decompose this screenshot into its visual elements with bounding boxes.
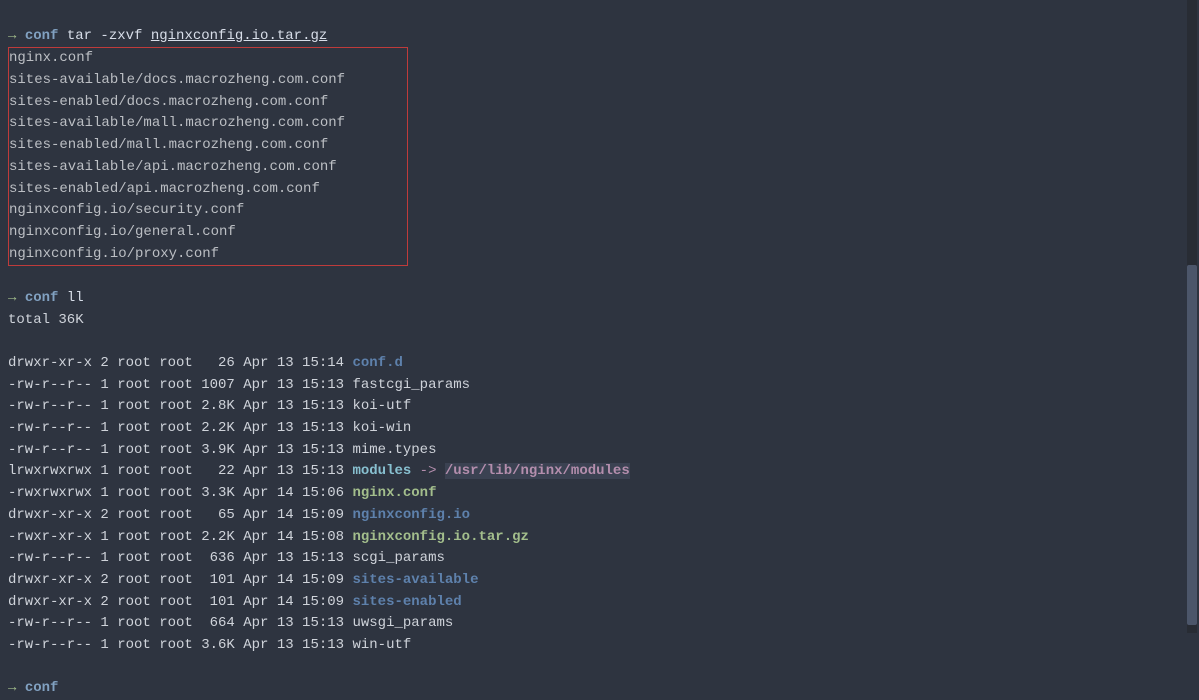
listing-row: drwxr-xr-x 2 root root 101 Apr 14 15:09 … [8, 570, 1191, 592]
file-name: nginxconfig.io [352, 507, 470, 523]
extracted-file: sites-available/api.macrozheng.com.conf [9, 157, 399, 179]
file-name: win-utf [352, 637, 411, 653]
file-listing: drwxr-xr-x 2 root root 26 Apr 13 15:14 c… [8, 353, 1191, 657]
file-name: nginx.conf [352, 485, 436, 501]
extracted-file: sites-available/mall.macrozheng.com.conf [9, 113, 399, 135]
listing-row: -rw-r--r-- 1 root root 3.9K Apr 13 15:13… [8, 440, 1191, 462]
prompt-line-1: → conf tar -zxvf nginxconfig.io.tar.gz [8, 28, 327, 44]
extracted-file: nginxconfig.io/general.conf [9, 222, 399, 244]
extracted-file: sites-enabled/mall.macrozheng.com.conf [9, 135, 399, 157]
command-text: tar -zxvf [67, 28, 151, 44]
scrollbar-track[interactable] [1187, 0, 1197, 633]
listing-row: -rw-r--r-- 1 root root 636 Apr 13 15:13 … [8, 548, 1191, 570]
listing-row: -rw-r--r-- 1 root root 1007 Apr 13 15:13… [8, 375, 1191, 397]
link-target: /usr/lib/nginx/modules [445, 463, 630, 479]
file-name: sites-enabled [352, 594, 461, 610]
total-line: total 36K [8, 310, 1191, 332]
highlight-box: nginx.confsites-available/docs.macrozhen… [8, 47, 408, 266]
file-name: koi-win [352, 420, 411, 436]
file-name: fastcgi_params [352, 377, 470, 393]
terminal-output[interactable]: → conf tar -zxvf nginxconfig.io.tar.gz n… [8, 4, 1191, 700]
listing-row: -rwxr-xr-x 1 root root 2.2K Apr 14 15:08… [8, 527, 1191, 549]
prompt-line-3: → conf [8, 680, 58, 696]
prompt-arrow: → [8, 28, 16, 44]
listing-row: drwxr-xr-x 2 root root 101 Apr 14 15:09 … [8, 592, 1191, 614]
listing-row: -rwxrwxrwx 1 root root 3.3K Apr 14 15:06… [8, 483, 1191, 505]
link-arrow: -> [411, 463, 445, 479]
command-arg: nginxconfig.io.tar.gz [151, 28, 327, 44]
extracted-file: sites-enabled/docs.macrozheng.com.conf [9, 92, 399, 114]
listing-row: drwxr-xr-x 2 root root 65 Apr 14 15:09 n… [8, 505, 1191, 527]
extracted-file: sites-enabled/api.macrozheng.com.conf [9, 179, 399, 201]
extracted-file: nginxconfig.io/proxy.conf [9, 244, 399, 266]
extracted-file: nginx.conf [9, 48, 399, 70]
command-text: ll [67, 290, 84, 306]
extracted-file: nginxconfig.io/security.conf [9, 200, 399, 222]
prompt-path: conf [25, 680, 59, 696]
file-name: modules [352, 463, 411, 479]
scrollbar-thumb[interactable] [1187, 265, 1197, 625]
file-name: sites-available [352, 572, 478, 588]
file-name: mime.types [352, 442, 436, 458]
listing-row: -rw-r--r-- 1 root root 2.2K Apr 13 15:13… [8, 418, 1191, 440]
file-name: koi-utf [352, 398, 411, 414]
listing-row: -rw-r--r-- 1 root root 664 Apr 13 15:13 … [8, 613, 1191, 635]
listing-row: -rw-r--r-- 1 root root 3.6K Apr 13 15:13… [8, 635, 1191, 657]
prompt-arrow: → [8, 680, 16, 696]
file-name: conf.d [352, 355, 402, 371]
prompt-path: conf [25, 290, 59, 306]
listing-row: drwxr-xr-x 2 root root 26 Apr 13 15:14 c… [8, 353, 1191, 375]
prompt-line-2: → conf ll [8, 290, 84, 306]
listing-row: -rw-r--r-- 1 root root 2.8K Apr 13 15:13… [8, 396, 1191, 418]
extracted-file: sites-available/docs.macrozheng.com.conf [9, 70, 399, 92]
file-name: uwsgi_params [352, 615, 453, 631]
prompt-path: conf [25, 28, 59, 44]
file-name: nginxconfig.io.tar.gz [352, 529, 528, 545]
file-name: scgi_params [352, 550, 444, 566]
listing-row: lrwxrwxrwx 1 root root 22 Apr 13 15:13 m… [8, 461, 1191, 483]
prompt-arrow: → [8, 290, 16, 306]
